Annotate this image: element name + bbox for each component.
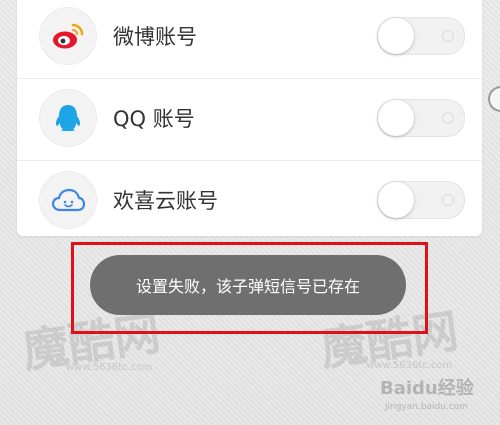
toggle-off-indicator bbox=[442, 111, 454, 124]
account-label: QQ 账号 bbox=[113, 106, 195, 131]
toggle-off-indicator bbox=[442, 29, 454, 42]
toast-text: 设置失败，该子弹短信号已存在 bbox=[135, 277, 360, 296]
qq-toggle[interactable] bbox=[377, 98, 465, 137]
watermark-url: www.5636tc.com bbox=[366, 360, 453, 371]
account-label: 欢喜云账号 bbox=[113, 188, 218, 213]
cloud-icon bbox=[51, 188, 86, 211]
qq-avatar bbox=[39, 88, 97, 147]
watermark-url: www.5636tc.com bbox=[66, 362, 153, 373]
account-binding-card: 微博账号 QQ 账号 欢喜云账号 bbox=[17, 0, 482, 236]
weibo-toggle[interactable] bbox=[377, 16, 465, 55]
baidu-watermark-url: jingyan.baidu.com bbox=[385, 402, 469, 412]
weibo-avatar bbox=[39, 6, 97, 65]
huanxiyun-toggle[interactable] bbox=[377, 180, 465, 219]
weibo-icon bbox=[53, 23, 84, 48]
baidu-watermark: Baidu经验 bbox=[380, 378, 474, 399]
huanxiyun-avatar bbox=[39, 170, 97, 229]
toggle-knob bbox=[378, 17, 414, 54]
account-row-qq[interactable]: QQ 账号 bbox=[17, 78, 482, 156]
qq-icon bbox=[55, 104, 81, 131]
account-row-huanxiyun[interactable]: 欢喜云账号 bbox=[17, 160, 482, 238]
toast-message: 设置失败，该子弹短信号已存在 bbox=[90, 255, 406, 315]
toggle-off-indicator bbox=[442, 193, 454, 206]
toggle-knob bbox=[378, 181, 414, 218]
toggle-knob bbox=[378, 99, 414, 136]
account-label: 微博账号 bbox=[113, 24, 197, 49]
account-row-weibo[interactable]: 微博账号 bbox=[17, 0, 482, 74]
